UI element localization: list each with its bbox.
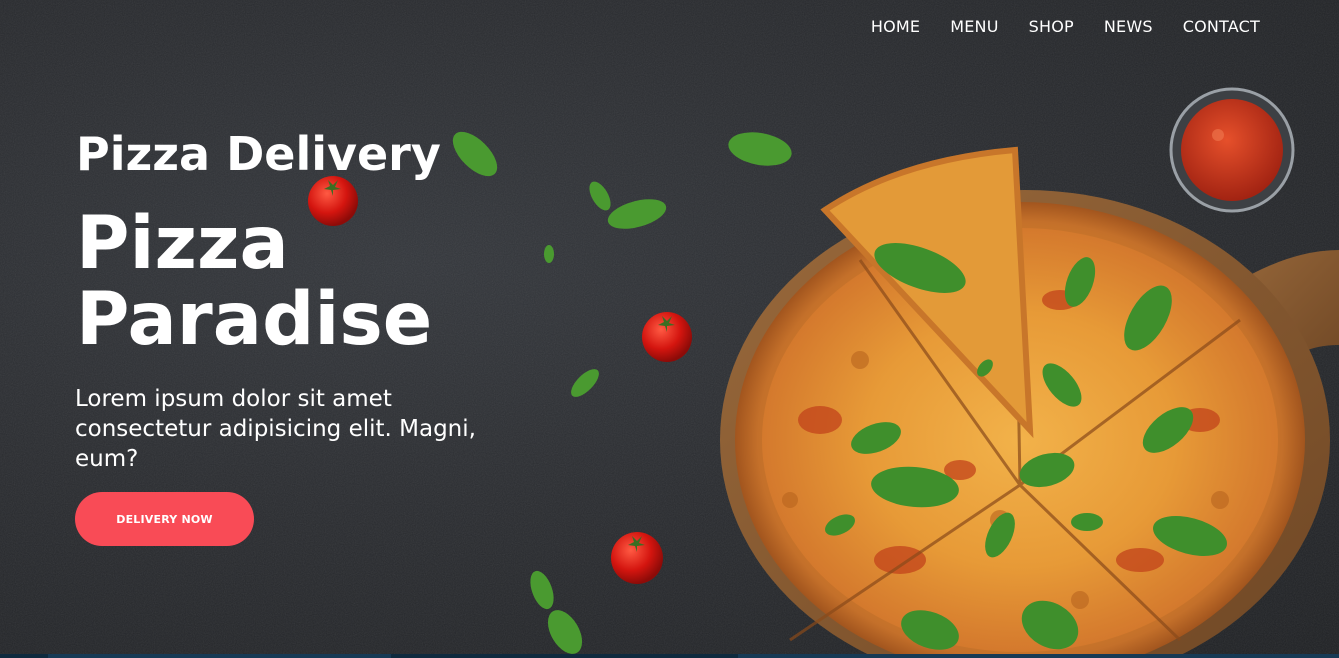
nav-contact[interactable]: CONTACT (1183, 16, 1260, 38)
nav-home[interactable]: HOME (871, 16, 920, 38)
bottom-strip (0, 654, 1339, 658)
main-nav: HOME MENU SHOP NEWS CONTACT (871, 16, 1260, 38)
nav-news[interactable]: NEWS (1104, 16, 1153, 38)
hero-subtitle: Pizza Delivery (76, 127, 441, 181)
hero-title: Pizza Paradise (76, 201, 433, 362)
sauce-bowl (1169, 87, 1295, 213)
nav-menu[interactable]: MENU (950, 16, 998, 38)
hero-description: Lorem ipsum dolor sit amet consectetur a… (75, 386, 476, 472)
pizza-image (735, 146, 1305, 654)
delivery-now-button[interactable]: DELIVERY NOW (75, 492, 254, 546)
hero-section: HOME MENU SHOP NEWS CONTACT Pizza Delive… (0, 0, 1339, 654)
nav-shop[interactable]: SHOP (1029, 16, 1074, 38)
